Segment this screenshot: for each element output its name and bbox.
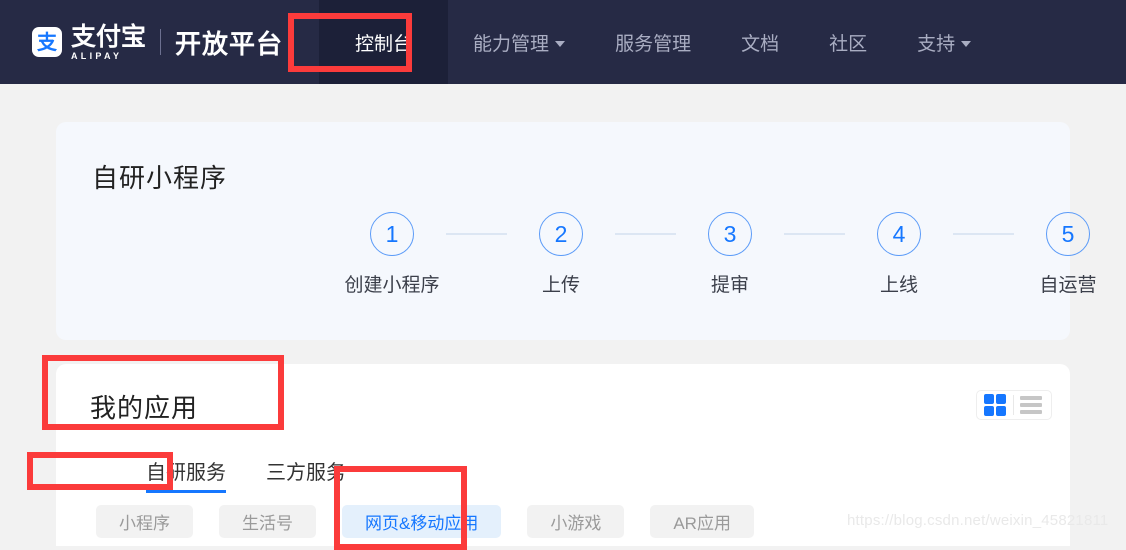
step-connector xyxy=(784,233,845,235)
view-mode-toggle[interactable] xyxy=(976,390,1052,420)
brand-name-block: 支付宝 ALIPAY xyxy=(71,24,146,61)
list-view-icon[interactable] xyxy=(1020,396,1042,414)
brand-platform-label: 开放平台 xyxy=(175,28,284,59)
nav-item-support[interactable]: 支持 xyxy=(892,0,996,84)
step-label: 上传 xyxy=(541,275,580,296)
grid-cell xyxy=(984,394,994,404)
self-developed-miniprogram-card: 自研小程序 1 创建小程序 2 上传 3 提审 4 上线 5 自运营 xyxy=(56,122,1097,340)
grid-view-icon[interactable] xyxy=(984,394,1006,416)
list-bar xyxy=(1020,403,1042,407)
step-number-badge: 1 xyxy=(370,212,414,256)
brand-name-zh: 支付宝 xyxy=(71,22,147,51)
alipay-logo-icon: 支 xyxy=(32,27,62,57)
filter-mini-game[interactable]: 小游戏 xyxy=(527,505,625,538)
filter-web-and-mobile-app[interactable]: 网页&移动应用 xyxy=(342,505,502,538)
step-number-badge: 3 xyxy=(708,212,752,256)
step-upload[interactable]: 2 上传 xyxy=(507,212,615,297)
step-self-operation[interactable]: 5 自运营 xyxy=(1014,212,1122,297)
page-title: 我的应用 xyxy=(90,393,199,423)
nav-item-docs[interactable]: 文档 xyxy=(716,0,804,84)
watermark: https://blog.csdn.net/weixin_45821811 xyxy=(847,512,1109,529)
chevron-down-icon xyxy=(555,41,566,47)
step-label: 上线 xyxy=(879,275,918,296)
step-create-miniprogram[interactable]: 1 创建小程序 xyxy=(338,212,446,297)
step-label: 自运营 xyxy=(1039,275,1097,296)
filter-ar-app[interactable]: AR应用 xyxy=(650,505,754,538)
grid-cell xyxy=(996,406,1006,416)
toggle-divider xyxy=(1013,395,1014,415)
stepper: 1 创建小程序 2 上传 3 提审 4 上线 5 自运营 xyxy=(338,212,1122,297)
nav-item-community-label: 社区 xyxy=(829,33,868,55)
nav-item-community[interactable]: 社区 xyxy=(804,0,892,84)
step-label: 提审 xyxy=(710,275,749,296)
list-bar xyxy=(1020,410,1042,414)
nav-item-console-label: 控制台 xyxy=(355,33,413,55)
step-connector xyxy=(953,233,1014,235)
brand-divider xyxy=(160,29,162,55)
nav-item-docs-label: 文档 xyxy=(741,33,780,55)
step-label: 创建小程序 xyxy=(344,275,440,296)
tab-self-developed-service[interactable]: 自研服务 xyxy=(146,456,226,493)
step-number-badge: 5 xyxy=(1046,212,1090,256)
app-type-filters: 小程序 生活号 网页&移动应用 小游戏 AR应用 xyxy=(96,505,780,538)
step-number-badge: 4 xyxy=(877,212,921,256)
alipay-logo-glyph: 支 xyxy=(37,30,57,54)
step-number-badge: 2 xyxy=(539,212,583,256)
service-tabs: 自研服务 三方服务 xyxy=(146,456,386,493)
brand-logo[interactable]: 支 支付宝 ALIPAY 开放平台 xyxy=(32,0,283,84)
tab-third-party-service[interactable]: 三方服务 xyxy=(266,456,346,493)
filter-life-account[interactable]: 生活号 xyxy=(219,505,316,538)
grid-cell xyxy=(984,406,994,416)
step-submit-review[interactable]: 3 提审 xyxy=(676,212,784,297)
step-connector xyxy=(615,233,676,235)
step-launch[interactable]: 4 上线 xyxy=(845,212,953,297)
nav-item-support-label: 支持 xyxy=(917,33,956,55)
brand-name-en: ALIPAY xyxy=(71,50,123,61)
top-header: 支 支付宝 ALIPAY 开放平台 控制台 能力管理 服务管理 文档 社区 支持 xyxy=(0,0,1126,84)
main-nav: 控制台 能力管理 服务管理 文档 社区 支持 xyxy=(319,0,996,84)
filter-miniprogram[interactable]: 小程序 xyxy=(96,505,193,538)
step-connector xyxy=(446,233,507,235)
grid-cell xyxy=(996,394,1006,404)
nav-item-capability-management[interactable]: 能力管理 xyxy=(448,0,590,84)
tab-self-developed-service-label: 自研服务 xyxy=(146,462,226,484)
nav-item-service-management-label: 服务管理 xyxy=(615,33,692,55)
list-bar xyxy=(1020,396,1042,400)
card-title: 自研小程序 xyxy=(92,163,228,193)
tab-third-party-service-label: 三方服务 xyxy=(266,462,346,484)
nav-item-capability-management-label: 能力管理 xyxy=(473,33,550,55)
nav-item-service-management[interactable]: 服务管理 xyxy=(590,0,716,84)
nav-item-console[interactable]: 控制台 xyxy=(319,0,449,84)
chevron-down-icon xyxy=(961,41,972,47)
